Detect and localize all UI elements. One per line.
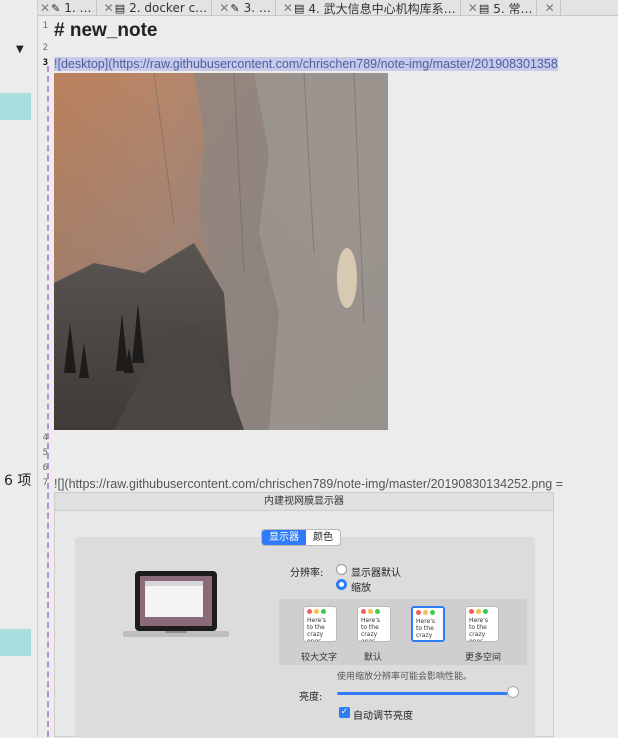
- line-number: 5: [42, 448, 48, 458]
- close-icon[interactable]: ✕: [40, 1, 50, 15]
- tab-label: 1. …: [64, 1, 92, 15]
- line-number: 2: [42, 43, 48, 53]
- document-icon: ▤: [478, 1, 490, 15]
- auto-brightness-label: 自动调节亮度: [353, 711, 413, 722]
- rendered-image-desktop: [54, 73, 388, 430]
- pencil-icon: ✎: [51, 1, 61, 15]
- markdown-image-link-line[interactable]: ![desktop](https://raw.githubusercontent…: [54, 57, 558, 71]
- performance-note: 使用缩放分辨率可能会影响性能。: [337, 672, 473, 682]
- tab-label: 5. 常…: [493, 1, 533, 16]
- dialog-title: 内建视网膜显示器: [55, 493, 553, 511]
- option-default-label: 显示器默认: [351, 568, 401, 579]
- brightness-slider: [337, 692, 513, 695]
- markdown-image-link-line[interactable]: ![](https://raw.githubusercontent.com/ch…: [54, 477, 563, 491]
- pencil-icon: ✎: [230, 1, 240, 15]
- tab-label: 3. …: [243, 1, 271, 15]
- editor-gutter: [38, 16, 50, 737]
- segment-color: 颜色: [313, 532, 333, 543]
- line-number: 7: [42, 478, 48, 488]
- tab-label: 2. docker c…: [129, 1, 208, 15]
- tab-bar: ✕ ✎ 1. … ✕ ▤ 2. docker c… ✕ ✎ 3. … ✕ ▤ 4…: [38, 0, 618, 16]
- thumb-text: Here's to the crazy ones, the troublemak…: [416, 618, 436, 640]
- tab-3[interactable]: ✕ ✎ 3. …: [217, 0, 276, 15]
- line-number: 3: [42, 58, 48, 68]
- line-number: 6: [42, 463, 48, 473]
- radio-scaled: [336, 579, 347, 590]
- scale-thumb: Here's to the crazy ones, the troublemak…: [465, 606, 499, 642]
- scale-thumb: Here's to the crazy ones, the troublemak…: [303, 606, 337, 642]
- scale-thumb: Here's to the crazy ones, the troublemak…: [357, 606, 391, 642]
- brightness-knob: [507, 686, 519, 698]
- close-icon[interactable]: ✕: [104, 1, 114, 15]
- tab-5[interactable]: ✕ ▤ 5. 常…: [466, 0, 538, 16]
- close-icon[interactable]: ✕: [283, 1, 293, 15]
- sidebar-highlight-top[interactable]: [0, 93, 31, 120]
- close-icon[interactable]: ✕: [545, 1, 555, 15]
- caret-down-icon[interactable]: ▼: [16, 44, 24, 55]
- thumb-label: 较大文字: [301, 653, 338, 663]
- segmented-control: 显示器 颜色: [261, 529, 341, 546]
- thumb-text: Here's to the crazy ones, the troublemak…: [469, 617, 489, 642]
- tab-label: 4. 武大信息中心机构库系…: [308, 1, 456, 16]
- tab-6[interactable]: ✕: [543, 0, 561, 15]
- option-scaled-label: 缩放: [351, 583, 371, 594]
- document-icon: ▤: [114, 1, 126, 15]
- thumb-label: 更多空间: [465, 653, 502, 663]
- line-number: 4: [42, 433, 48, 443]
- document-icon: ▤: [293, 1, 305, 15]
- sidebar-highlight-bottom[interactable]: [0, 629, 31, 656]
- brightness-label: 亮度:: [299, 692, 323, 703]
- tab-4[interactable]: ✕ ▤ 4. 武大信息中心机构库系…: [281, 0, 461, 16]
- item-count: 6 项: [4, 473, 32, 489]
- rendered-image-display-settings: 内建视网膜显示器 显示器 颜色 分辨率: 显示器默认 缩放 Here's to …: [54, 492, 554, 738]
- thumb-text: Here's to the crazy ones, the troublemak…: [307, 617, 327, 642]
- indent-guide: [47, 66, 49, 737]
- thumb-text: Here's to the crazy ones, the troublemak…: [361, 617, 381, 642]
- macbook-icon: [123, 571, 229, 637]
- close-icon[interactable]: ✕: [219, 1, 229, 15]
- scale-thumb-selected: Here's to the crazy ones, the troublemak…: [411, 606, 445, 642]
- tab-2[interactable]: ✕ ▤ 2. docker c…: [102, 0, 213, 15]
- resolution-label: 分辨率:: [290, 568, 324, 579]
- checkbox-icon: ✓: [339, 707, 350, 718]
- line-number: 1: [42, 21, 48, 31]
- radio-default: [336, 564, 347, 575]
- left-sidebar: ▼ 6 项: [0, 0, 38, 737]
- thumb-label: 默认: [364, 653, 383, 663]
- close-icon[interactable]: ✕: [468, 1, 478, 15]
- segment-display: 显示器: [262, 530, 306, 545]
- scale-options: Here's to the crazy ones, the troublemak…: [279, 599, 527, 665]
- tab-1[interactable]: ✕ ✎ 1. …: [38, 0, 97, 15]
- note-heading[interactable]: # new_note: [54, 20, 157, 42]
